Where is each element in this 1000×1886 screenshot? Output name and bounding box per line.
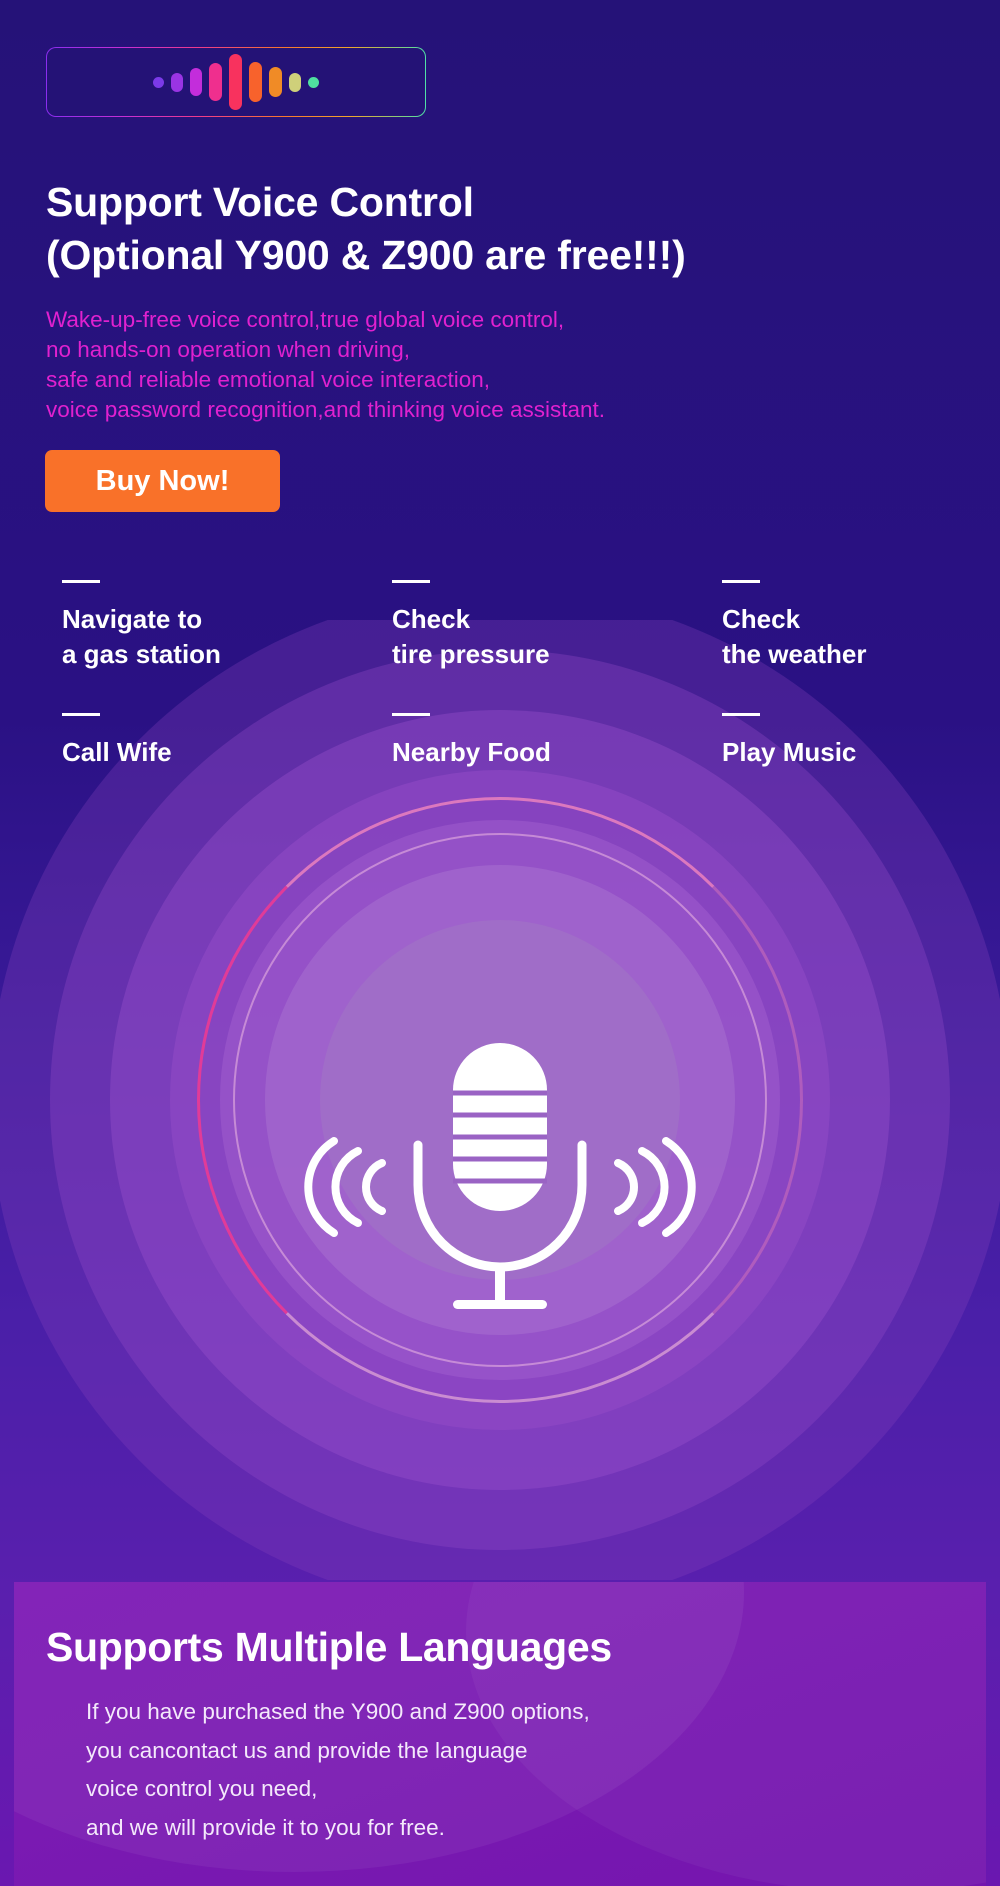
microphone-icon: [304, 1043, 696, 1309]
feature-label: Check tire pressure: [392, 604, 550, 669]
feature-item-play-music[interactable]: Play Music: [722, 713, 942, 770]
waveform-bar-1: [153, 76, 164, 88]
dash-icon: [722, 713, 760, 717]
voice-waveform-logo: [47, 48, 425, 116]
waveform-bar-9: [308, 76, 319, 88]
feature-label: Check the weather: [722, 604, 867, 669]
waveform-bar-7: [269, 67, 282, 97]
feature-item-weather[interactable]: Check the weather: [722, 580, 942, 671]
languages-body-line: you cancontact us and provide the langua…: [86, 1737, 528, 1763]
hero-description-line: Wake-up-free voice control,true global v…: [46, 307, 565, 332]
voice-waveform-logo-badge: [46, 47, 426, 117]
feature-label: Play Music: [722, 737, 857, 768]
waveform-bar-6: [249, 62, 262, 102]
feature-item-nearby-food[interactable]: Nearby Food: [392, 713, 722, 770]
hero-description-line: voice password recognition,and thinking …: [46, 396, 606, 422]
waveform-bar-8: [289, 72, 301, 92]
languages-body-line: and we will provide it to you for free.: [86, 1815, 445, 1841]
feature-label: Call Wife: [62, 737, 172, 768]
hero-description-line: no hands-on operation when driving,: [46, 336, 410, 362]
hero-description-line: safe and reliable emotional voice intera…: [46, 366, 491, 392]
page-title-line1: Support Voice Control: [46, 179, 474, 225]
feature-label: Nearby Food: [392, 737, 551, 768]
waveform-bar-3: [190, 68, 202, 96]
dash-icon: [392, 713, 430, 717]
microphone-illustration: [290, 1035, 710, 1335]
dash-icon: [392, 580, 430, 583]
hero-description: Wake-up-free voice control,true global v…: [46, 305, 605, 425]
voice-control-promo-page: Support Voice Control (Optional Y900 & Z…: [0, 0, 1000, 1886]
feature-grid: Navigate to a gas station Check tire pre…: [62, 580, 942, 770]
feature-label: Navigate to a gas station: [62, 604, 221, 669]
waveform-bar-4: [209, 63, 222, 101]
waveform-bar-2: [171, 72, 183, 92]
page-title-line2: (Optional Y900 & Z900 are free!!!): [46, 231, 686, 278]
languages-title: Supports Multiple Languages: [46, 1624, 612, 1670]
dash-icon: [62, 713, 100, 717]
languages-panel: Supports Multiple Languages If you have …: [14, 1582, 986, 1886]
dash-icon: [722, 580, 760, 583]
feature-item-tire-pressure[interactable]: Check tire pressure: [392, 580, 722, 671]
page-title: Support Voice Control (Optional Y900 & Z…: [46, 176, 946, 282]
languages-body-line: voice control you need,: [86, 1776, 318, 1802]
feature-item-navigate-gas-station[interactable]: Navigate to a gas station: [62, 580, 392, 671]
dash-icon: [62, 580, 100, 583]
waveform-bar-5: [229, 54, 242, 110]
languages-body-line: If you have purchased the Y900 and Z900 …: [86, 1699, 590, 1724]
languages-body: If you have purchased the Y900 and Z900 …: [86, 1693, 986, 1848]
feature-item-call-wife[interactable]: Call Wife: [62, 713, 392, 770]
buy-now-button[interactable]: Buy Now!: [45, 450, 280, 512]
